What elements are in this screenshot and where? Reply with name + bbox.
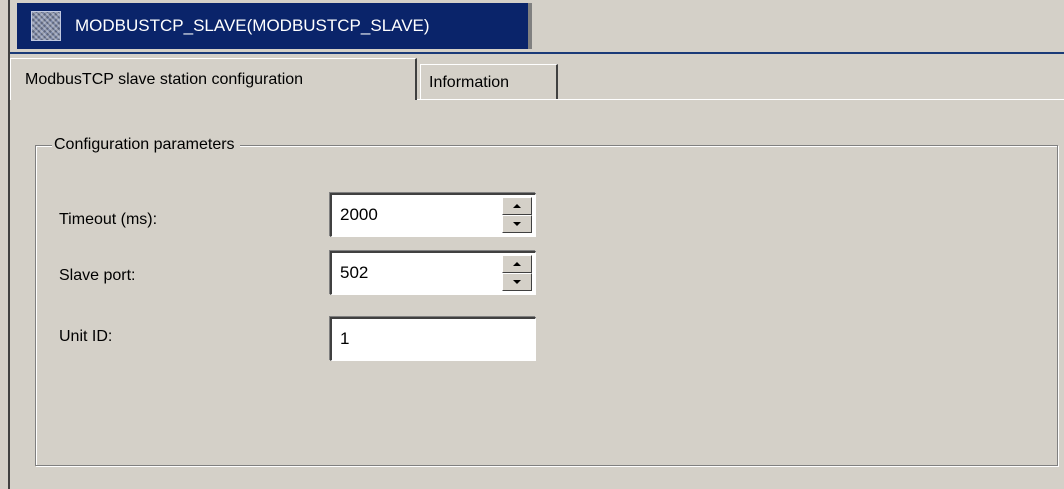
arrow-up-icon xyxy=(513,204,521,208)
document-tab[interactable]: MODBUSTCP_SLAVE(MODBUSTCP_SLAVE) xyxy=(17,3,532,49)
tab-modbustcp-slave-station-configuration[interactable]: ModbusTCP slave station configuration xyxy=(10,58,417,100)
slave-port-spinbox xyxy=(330,251,536,295)
timeout-spinbox xyxy=(330,193,536,237)
tab-information[interactable]: Information xyxy=(420,64,558,100)
arrow-down-icon xyxy=(513,222,521,226)
timeout-spinner xyxy=(502,197,532,233)
document-tab-title: MODBUSTCP_SLAVE(MODBUSTCP_SLAVE) xyxy=(75,16,430,35)
unit-id-input[interactable] xyxy=(336,323,530,355)
group-title: Configuration parameters xyxy=(52,134,240,156)
tab-label: Information xyxy=(429,73,510,91)
slave-port-decrement-button[interactable] xyxy=(502,273,532,291)
arrow-down-icon xyxy=(513,280,521,284)
configuration-parameters-group xyxy=(35,145,1058,466)
timeout-decrement-button[interactable] xyxy=(502,215,532,233)
slave-port-spinner xyxy=(502,255,532,291)
slave-port-input[interactable] xyxy=(336,257,500,289)
slave-port-increment-button[interactable] xyxy=(502,255,532,273)
timeout-input[interactable] xyxy=(336,199,500,231)
unit-id-label: Unit ID: xyxy=(59,328,113,345)
timeout-label: Timeout (ms): xyxy=(59,211,158,228)
arrow-up-icon xyxy=(513,262,521,266)
document-tab-strip: MODBUSTCP_SLAVE(MODBUSTCP_SLAVE) xyxy=(10,0,1064,54)
unit-id-field xyxy=(330,317,536,361)
module-icon xyxy=(31,11,61,41)
timeout-increment-button[interactable] xyxy=(502,197,532,215)
tab-label: ModbusTCP slave station configuration xyxy=(25,70,304,88)
slave-port-label: Slave port: xyxy=(59,267,136,284)
